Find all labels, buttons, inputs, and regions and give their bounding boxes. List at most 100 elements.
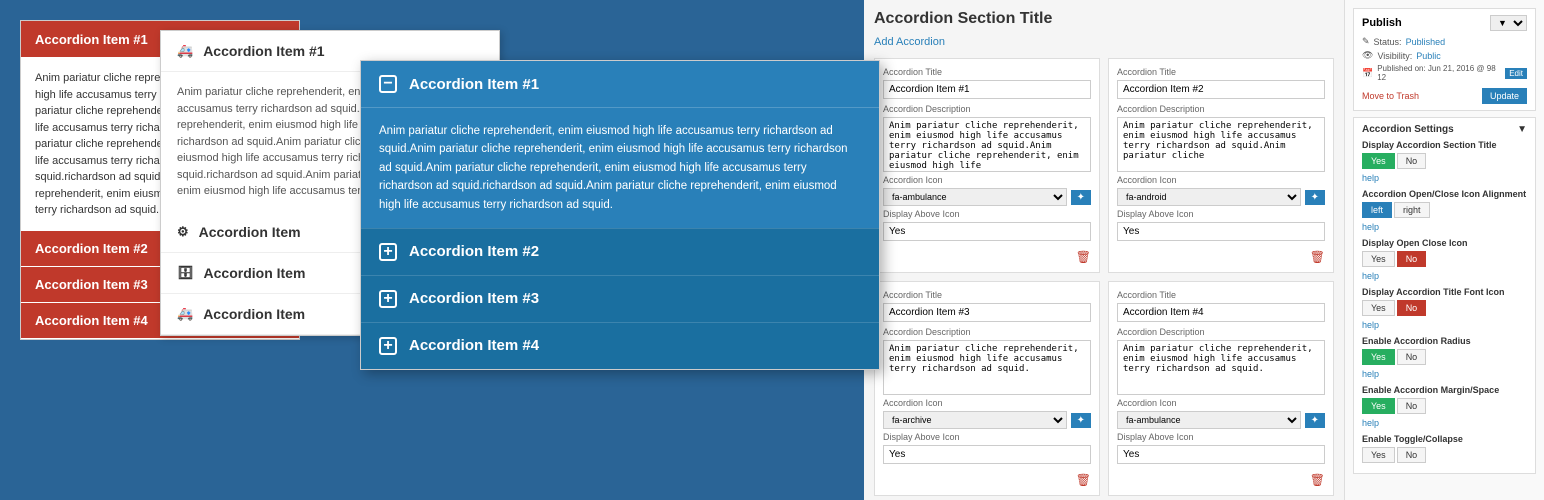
- item-1-title-input[interactable]: [883, 80, 1091, 99]
- item-3-title-label: Accordion Title: [883, 290, 1091, 300]
- item-4-title-label: Accordion Title: [1117, 290, 1325, 300]
- gear-icon: ⚙: [177, 224, 189, 240]
- blue-accordion-item-3-header[interactable]: + Accordion Item #3: [361, 275, 879, 322]
- publish-dropdown[interactable]: ▼: [1490, 15, 1527, 31]
- edit-date-btn[interactable]: Edit: [1505, 68, 1527, 79]
- display-title-font-yes[interactable]: Yes: [1362, 300, 1395, 316]
- item-2-display-input[interactable]: [1117, 222, 1325, 241]
- display-open-close-toggle: Yes No: [1362, 251, 1527, 267]
- blue-accordion-item-1-body: Anim pariatur cliche reprehenderit, enim…: [361, 107, 879, 228]
- item-2-icon-select[interactable]: fa-android: [1117, 188, 1301, 206]
- display-section-title-no[interactable]: No: [1397, 153, 1427, 169]
- item-2-title-label: Accordion Title: [1117, 67, 1325, 77]
- status-value[interactable]: Published: [1406, 37, 1446, 47]
- white-accordion-item-2-title: Accordion Item: [199, 224, 301, 240]
- enable-margin-yes[interactable]: Yes: [1362, 398, 1395, 414]
- enable-margin-no[interactable]: No: [1397, 398, 1427, 414]
- item-2-desc-textarea[interactable]: Anim pariatur cliche reprehenderit, enim…: [1117, 117, 1325, 172]
- blue-accordion-item-2-toggle-icon: +: [379, 243, 397, 261]
- display-section-title-toggle: Yes No: [1362, 153, 1527, 169]
- display-title-font-no[interactable]: No: [1397, 300, 1427, 316]
- item-3-display-label: Display Above Icon: [883, 432, 1091, 442]
- item-1-icon-btn[interactable]: ✦: [1071, 190, 1091, 205]
- calendar-icon: 📅: [1362, 68, 1373, 79]
- display-section-title-yes[interactable]: Yes: [1362, 153, 1395, 169]
- red-accordion-item-2-title: Accordion Item #2: [35, 241, 148, 256]
- move-to-trash-link[interactable]: Move to Trash: [1362, 91, 1419, 101]
- item-3-display-input[interactable]: [883, 445, 1091, 464]
- item-4-icon-select[interactable]: fa-ambulance: [1117, 411, 1301, 429]
- item-3-title-input[interactable]: [883, 303, 1091, 322]
- item-2-title-input[interactable]: [1117, 80, 1325, 99]
- enable-margin-toggle: Yes No: [1362, 398, 1527, 414]
- display-section-help[interactable]: help: [1362, 173, 1527, 183]
- admin-accordion-item-3: Accordion Title Accordion Description An…: [874, 281, 1100, 496]
- item-2-icon-btn[interactable]: ✦: [1305, 190, 1325, 205]
- radius-help[interactable]: help: [1362, 369, 1527, 379]
- open-close-help[interactable]: help: [1362, 271, 1527, 281]
- publish-box: Publish ▼ ✎ Status: Published 👁 Visibili…: [1353, 8, 1536, 111]
- blue-accordion-item-2-header[interactable]: + Accordion Item #2: [361, 228, 879, 275]
- item-2-delete-icon[interactable]: 🗑: [1117, 250, 1325, 264]
- item-3-icon-select[interactable]: fa-archive: [883, 411, 1067, 429]
- admin-panel: Accordion Section Title Add Accordion Ac…: [864, 0, 1544, 500]
- admin-main-content: Accordion Section Title Add Accordion Ac…: [864, 0, 1344, 500]
- white-accordion-item-3-title: Accordion Item: [204, 265, 306, 281]
- display-open-close-yes[interactable]: Yes: [1362, 251, 1395, 267]
- accordion-settings-box: Accordion Settings ▼ Display Accordion S…: [1353, 117, 1536, 474]
- item-4-desc-textarea[interactable]: Anim pariatur cliche reprehenderit, enim…: [1117, 340, 1325, 395]
- item-1-desc-textarea[interactable]: Anim pariatur cliche reprehenderit, enim…: [883, 117, 1091, 172]
- item-1-display-input[interactable]: [883, 222, 1091, 241]
- display-title-font-label: Display Accordion Title Font Icon: [1362, 287, 1527, 297]
- item-3-delete-icon[interactable]: 🗑: [883, 473, 1091, 487]
- enable-toggle-yes[interactable]: Yes: [1362, 447, 1395, 463]
- ambulance-icon: 🚑: [177, 43, 193, 59]
- alignment-right[interactable]: right: [1394, 202, 1430, 218]
- blue-accordion: − Accordion Item #1 Anim pariatur cliche…: [360, 60, 880, 370]
- item-1-delete-icon[interactable]: 🗑: [883, 250, 1091, 264]
- title-font-help[interactable]: help: [1362, 320, 1527, 330]
- blue-accordion-item-3-toggle-icon: +: [379, 290, 397, 308]
- blue-accordion-item-1-header[interactable]: − Accordion Item #1: [361, 61, 879, 107]
- alignment-left[interactable]: left: [1362, 202, 1392, 218]
- item-1-icon-select[interactable]: fa-ambulance: [883, 188, 1067, 206]
- item-3-desc-textarea[interactable]: Anim pariatur cliche reprehenderit, enim…: [883, 340, 1091, 395]
- publish-label: Publish: [1362, 17, 1402, 29]
- item-3-icon-btn[interactable]: ✦: [1071, 413, 1091, 428]
- item-4-icon-label: Accordion Icon: [1117, 398, 1325, 408]
- alignment-label: Accordion Open/Close Icon Alignment: [1362, 189, 1527, 199]
- margin-help[interactable]: help: [1362, 418, 1527, 428]
- admin-settings-sidebar: Publish ▼ ✎ Status: Published 👁 Visibili…: [1344, 0, 1544, 500]
- enable-toggle-label: Enable Toggle/Collapse: [1362, 434, 1527, 444]
- item-4-icon-btn[interactable]: ✦: [1305, 413, 1325, 428]
- archive-icon: 🗄: [177, 265, 194, 281]
- display-title-font-toggle: Yes No: [1362, 300, 1527, 316]
- blue-accordion-item-1-title: Accordion Item #1: [409, 76, 539, 93]
- add-accordion-button[interactable]: Add Accordion: [874, 36, 1334, 48]
- item-1-icon-row: fa-ambulance ✦: [883, 188, 1091, 206]
- red-accordion-item-1-title: Accordion Item #1: [35, 32, 148, 47]
- white-accordion-item-4-title: Accordion Item: [203, 306, 305, 322]
- visibility-row: 👁 Visibility: Public: [1362, 50, 1527, 61]
- item-4-title-input[interactable]: [1117, 303, 1325, 322]
- enable-toggle-no[interactable]: No: [1397, 447, 1427, 463]
- alignment-toggle: left right: [1362, 202, 1527, 218]
- blue-accordion-item-4-header[interactable]: + Accordion Item #4: [361, 322, 879, 369]
- enable-radius-yes[interactable]: Yes: [1362, 349, 1395, 365]
- admin-accordion-item-4: Accordion Title Accordion Description An…: [1108, 281, 1334, 496]
- blue-accordion-item-1-toggle-icon: −: [379, 75, 397, 93]
- display-open-close-no[interactable]: No: [1397, 251, 1427, 267]
- visibility-value[interactable]: Public: [1416, 51, 1441, 61]
- enable-radius-no[interactable]: No: [1397, 349, 1427, 365]
- alignment-help[interactable]: help: [1362, 222, 1527, 232]
- blue-accordion-item-4-title: Accordion Item #4: [409, 337, 539, 354]
- item-2-display-label: Display Above Icon: [1117, 209, 1325, 219]
- item-4-display-input[interactable]: [1117, 445, 1325, 464]
- visibility-label: Visibility:: [1377, 51, 1412, 61]
- blue-accordion-item-3-title: Accordion Item #3: [409, 290, 539, 307]
- item-3-desc-label: Accordion Description: [883, 327, 1091, 337]
- eye-icon: 👁: [1362, 50, 1373, 61]
- item-4-delete-icon[interactable]: 🗑: [1117, 473, 1325, 487]
- item-2-icon-label: Accordion Icon: [1117, 175, 1325, 185]
- update-button[interactable]: Update: [1482, 88, 1527, 104]
